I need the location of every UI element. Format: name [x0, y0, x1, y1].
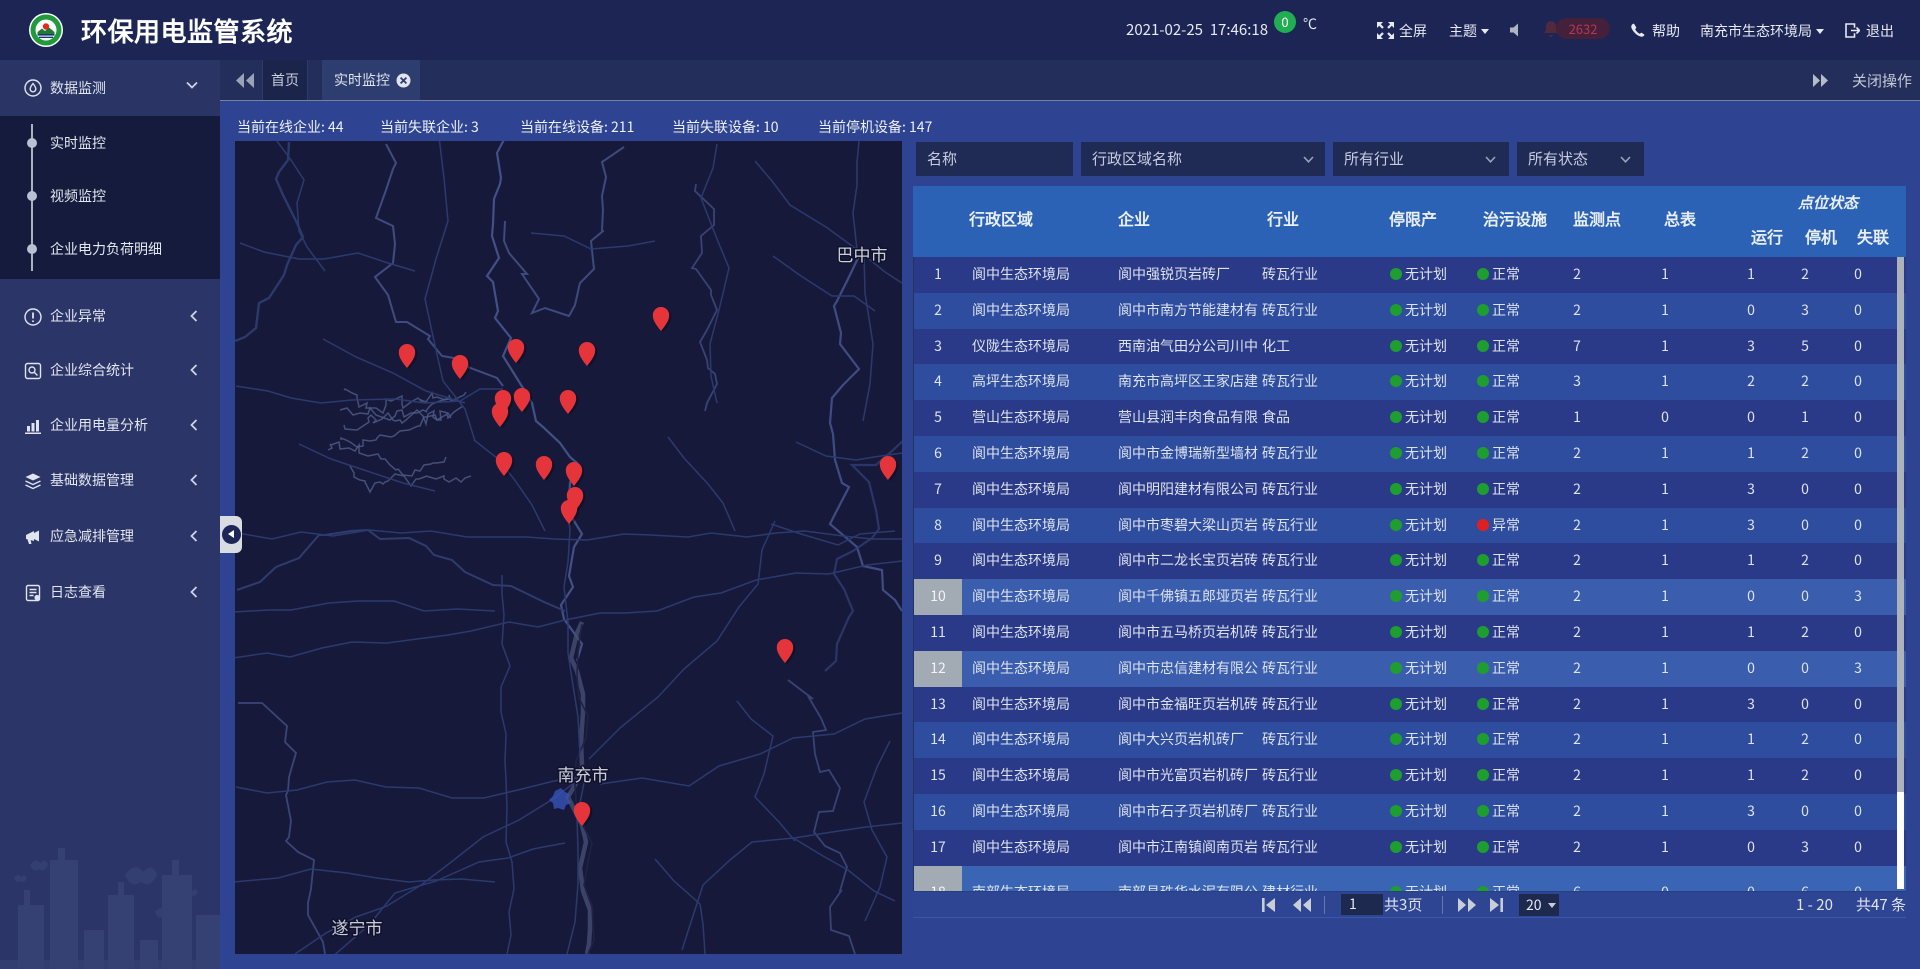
svg-text:巴中市: 巴中市 [837, 241, 888, 266]
svg-text:遂宁市: 遂宁市 [332, 914, 383, 939]
svg-text:南充市: 南充市 [558, 761, 609, 786]
